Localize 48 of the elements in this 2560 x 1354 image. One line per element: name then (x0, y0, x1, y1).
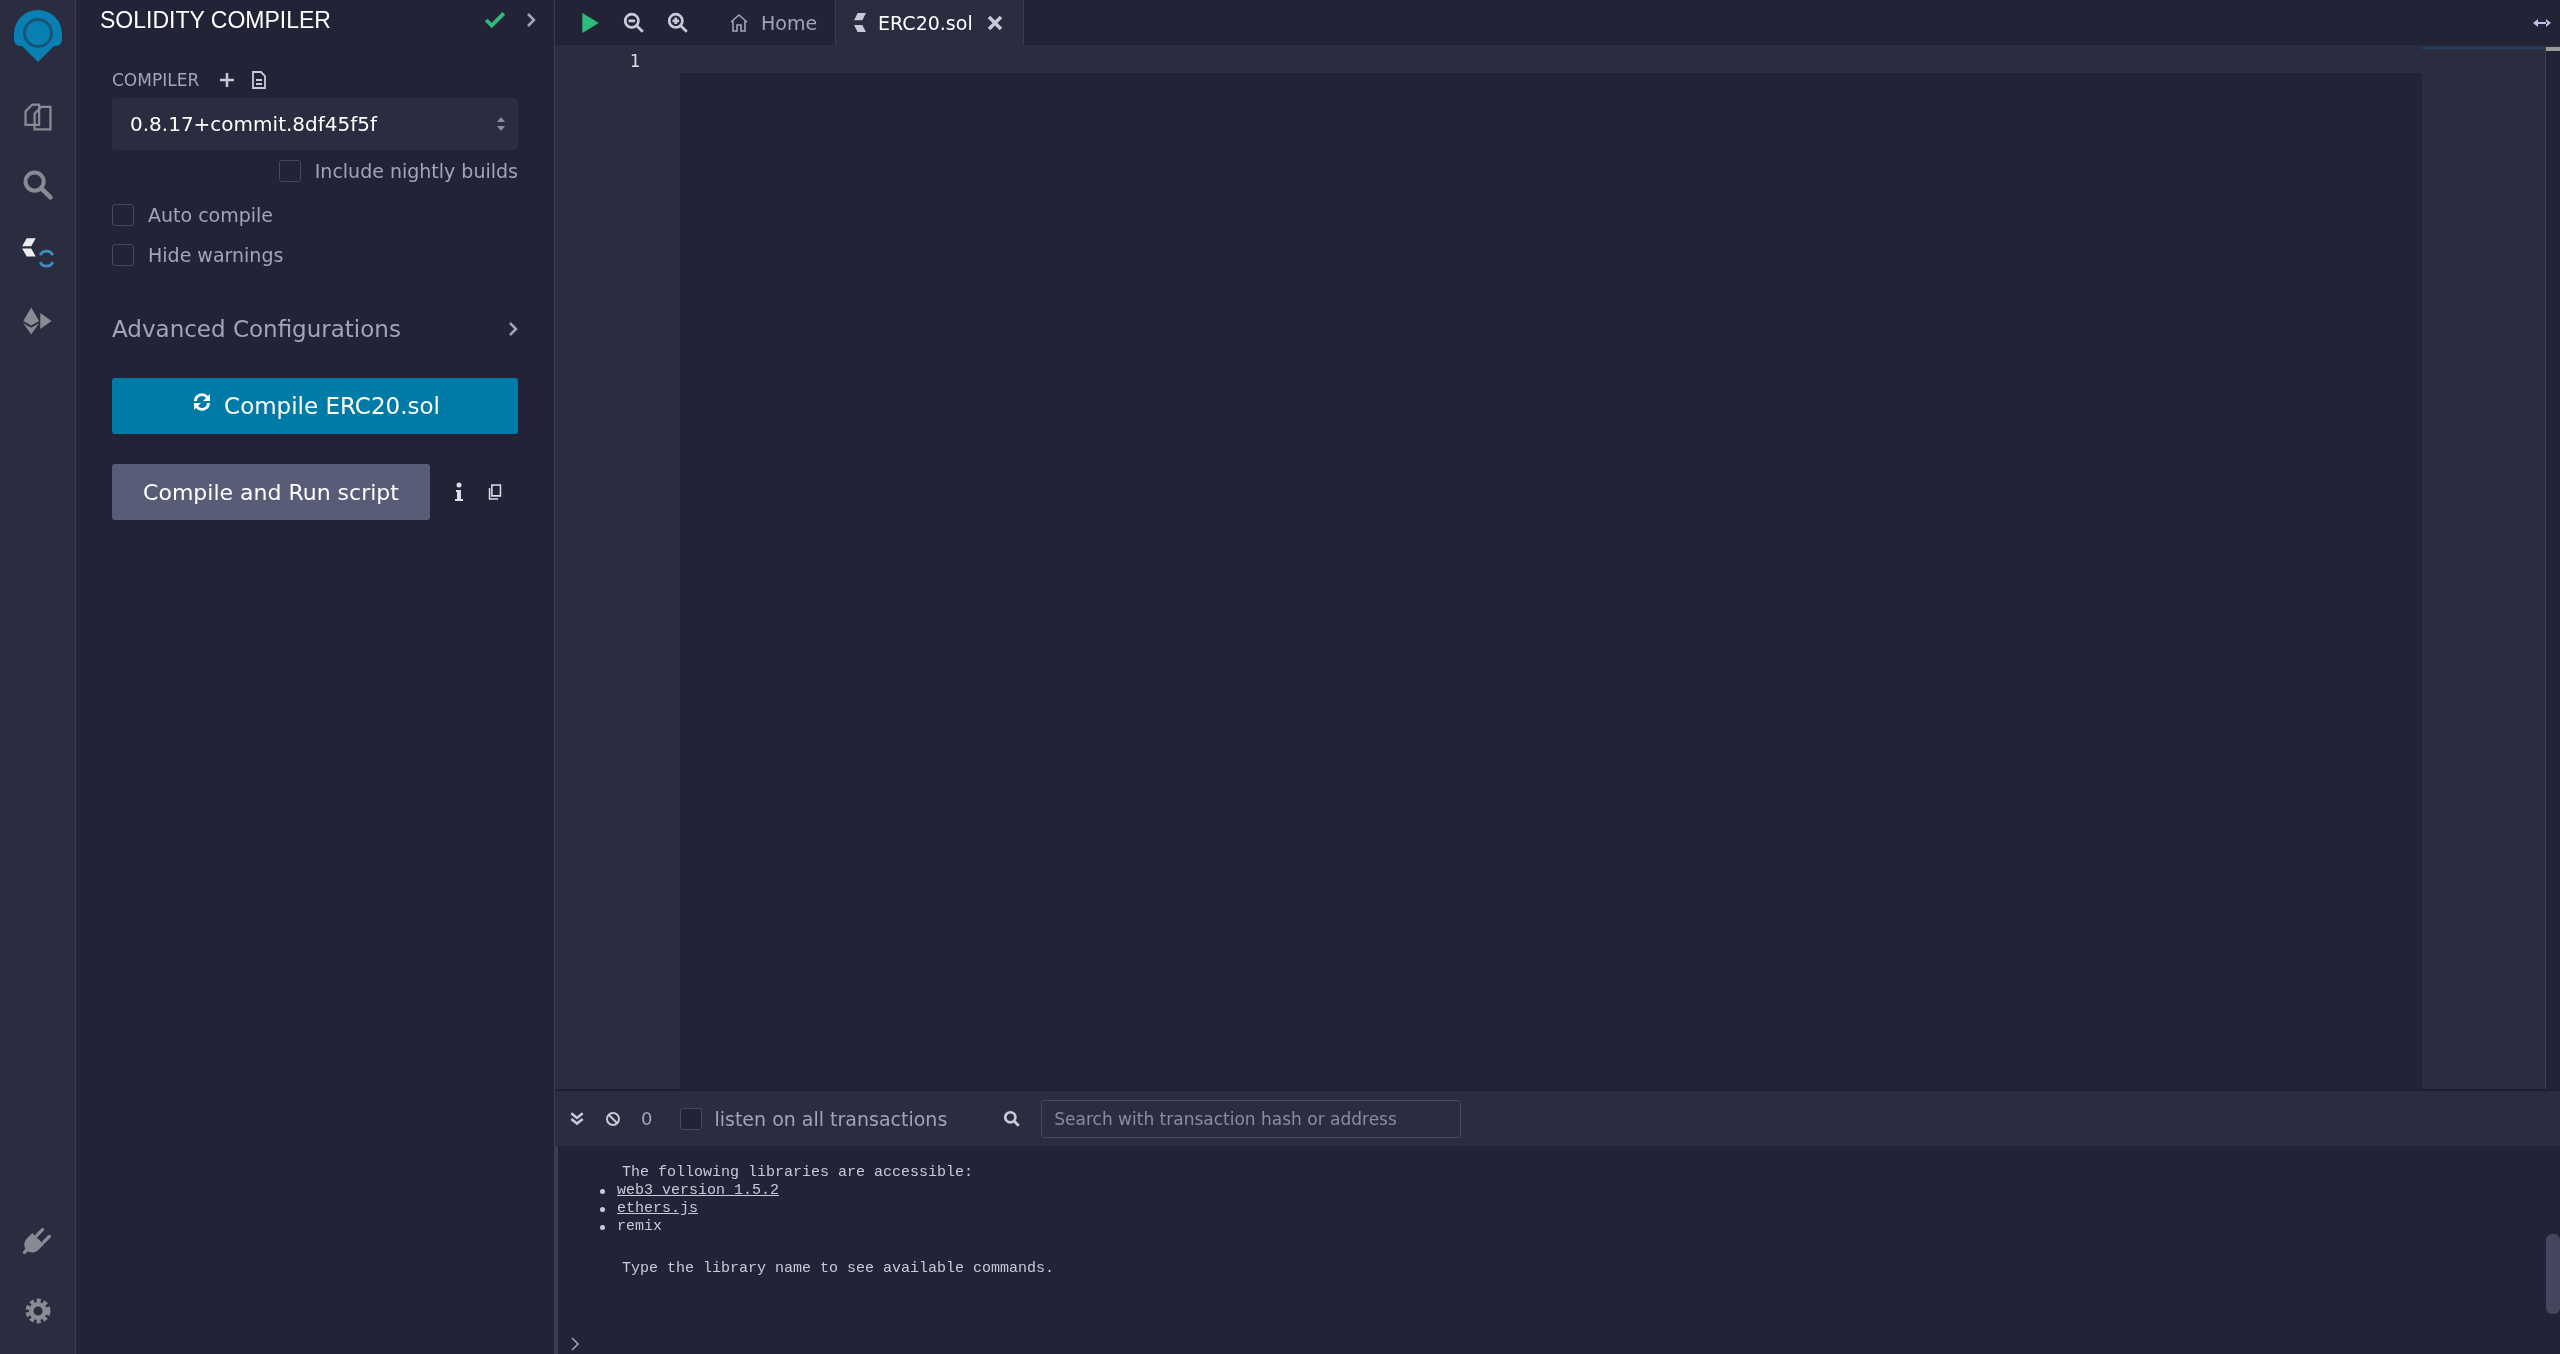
pending-count: 0 (641, 1108, 653, 1129)
double-chevron-down-icon[interactable] (569, 1110, 585, 1127)
checkbox[interactable] (112, 244, 134, 266)
clear-icon[interactable] (605, 1110, 621, 1127)
checkbox[interactable] (112, 204, 134, 226)
copy-icon[interactable] (488, 482, 502, 502)
advanced-configurations-toggle[interactable]: Advanced Configurations (112, 316, 518, 342)
plus-icon[interactable] (219, 71, 236, 89)
line-number: 1 (629, 51, 640, 71)
library-link[interactable]: web3 version 1.5.2 (617, 1182, 780, 1200)
scrollbar-thumb[interactable] (2546, 1234, 2560, 1314)
zoom-in-icon[interactable] (667, 11, 689, 34)
search-icon (1003, 1109, 1022, 1128)
scrollbar-thumb[interactable] (2546, 47, 2560, 51)
sort-icon (496, 115, 506, 133)
panel-title: SOLIDITY COMPILER (100, 6, 332, 34)
bullet-icon (600, 1224, 605, 1230)
compiler-label: COMPILER (112, 70, 200, 90)
chevron-right-icon[interactable] (526, 12, 536, 28)
bullet-icon (600, 1188, 605, 1194)
checkbox[interactable] (680, 1107, 703, 1130)
terminal-text: The following libraries are accessible: (621, 1164, 975, 1182)
checkbox-label: Include nightly builds (314, 160, 518, 182)
compiler-version-select[interactable]: 0.8.17+commit.8df45f5f (112, 98, 518, 150)
checkbox[interactable] (278, 160, 301, 182)
checkbox-label: listen on all transactions (714, 1107, 948, 1130)
chevron-icon (508, 321, 518, 337)
checkbox-label: Auto compile (148, 204, 274, 226)
library-name: remix (617, 1218, 662, 1236)
resize-arrows-icon[interactable] (2532, 17, 2552, 28)
info-icon[interactable] (452, 482, 466, 502)
library-link[interactable]: ethers.js (617, 1200, 698, 1218)
compiler-icon[interactable] (20, 236, 55, 270)
prompt-icon[interactable] (570, 1336, 580, 1352)
checkbox-label: Hide warnings (148, 244, 284, 266)
terminal-text: Type the library name to see available commands. (621, 1260, 1056, 1278)
check-icon (484, 11, 506, 29)
code-editor[interactable]: 1 (555, 45, 2560, 1089)
editor-tab[interactable]: ERC20.sol (836, 0, 1024, 45)
solidity-icon (854, 13, 867, 32)
bullet-icon (600, 1206, 605, 1212)
transaction-search-field[interactable]: Search with transaction hash or address (1041, 1099, 1462, 1138)
zoom-out-icon[interactable] (623, 11, 645, 34)
compile-and-run-button[interactable]: Compile and Run script (112, 464, 430, 520)
home-icon (729, 12, 749, 33)
document-icon[interactable] (251, 71, 268, 89)
play-icon[interactable] (579, 11, 601, 34)
compile-button[interactable]: Compile ERC20.sol (112, 378, 518, 434)
